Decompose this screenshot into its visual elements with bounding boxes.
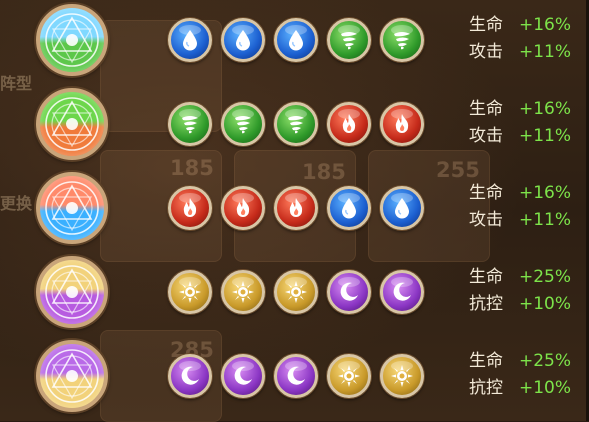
stat-label: 生命 [469,351,503,371]
stat-value: +11% [519,210,572,230]
stat-value: +10% [519,294,572,314]
water-orb-icon [274,18,318,62]
stat-label: 攻击 [469,42,503,62]
light-orb-icon [327,354,371,398]
stat-value: +16% [519,15,572,35]
dark-orb-icon [168,354,212,398]
element-orb-list [168,18,424,62]
fire-orb-icon [327,102,371,146]
stat-bonus: 攻击 +11% [469,39,579,66]
stat-value: +25% [519,267,572,287]
wind-fire-emblem-icon [36,88,108,160]
light-dark-emblem-icon [36,256,108,328]
stat-bonus: 生命 +16% [469,12,579,39]
stat-value: +11% [519,42,572,62]
stat-label: 抗控 [469,378,503,398]
dark-light-emblem-icon [36,340,108,412]
stat-bonus-list: 生命 +16% 攻击 +11% [469,12,579,66]
stat-bonus: 生命 +16% [469,180,579,207]
stat-label: 生命 [469,15,503,35]
stat-bonus: 攻击 +11% [469,123,579,150]
formation-row: 生命 +25% 抗控 +10% [0,336,589,420]
formation-row: 生命 +16% 攻击 +11% [0,168,589,252]
wind-orb-icon [380,18,424,62]
formation-row: 生命 +16% 攻击 +11% [0,84,589,168]
wind-orb-icon [221,102,265,146]
stat-bonus: 攻击 +11% [469,207,579,234]
stat-label: 攻击 [469,126,503,146]
light-orb-icon [380,354,424,398]
stat-bonus: 生命 +16% [469,96,579,123]
water-orb-icon [221,18,265,62]
formation-row: 生命 +16% 攻击 +11% [0,0,589,84]
dark-orb-icon [327,270,371,314]
formation-bonus-panel: 阵型 更换 185 185 255 285 生命 +16% 攻击 +11% 生命 +16… [0,0,589,422]
dark-orb-icon [380,270,424,314]
stat-label: 抗控 [469,294,503,314]
stat-value: +16% [519,99,572,119]
element-orb-list [168,186,424,230]
wind-orb-icon [327,18,371,62]
element-orb-list [168,354,424,398]
water-orb-icon [380,186,424,230]
stat-label: 生命 [469,183,503,203]
light-orb-icon [168,270,212,314]
stat-value: +25% [519,351,572,371]
stat-bonus-list: 生命 +16% 攻击 +11% [469,180,579,234]
stat-label: 生命 [469,267,503,287]
dark-orb-icon [221,354,265,398]
stat-bonus: 生命 +25% [469,264,579,291]
stat-label: 攻击 [469,210,503,230]
stat-value: +10% [519,378,572,398]
stat-value: +11% [519,126,572,146]
fire-orb-icon [380,102,424,146]
stat-bonus: 生命 +25% [469,348,579,375]
stat-bonus: 抗控 +10% [469,375,579,402]
fire-orb-icon [221,186,265,230]
fire-orb-icon [274,186,318,230]
element-orb-list [168,102,424,146]
light-orb-icon [274,270,318,314]
fire-orb-icon [168,186,212,230]
stat-bonus: 抗控 +10% [469,291,579,318]
stat-bonus-list: 生命 +16% 攻击 +11% [469,96,579,150]
light-orb-icon [221,270,265,314]
wind-orb-icon [168,102,212,146]
water-wind-emblem-icon [36,4,108,76]
dark-orb-icon [274,354,318,398]
stat-bonus-list: 生命 +25% 抗控 +10% [469,348,579,402]
stat-value: +16% [519,183,572,203]
fire-water-emblem-icon [36,172,108,244]
formation-row: 生命 +25% 抗控 +10% [0,252,589,336]
stat-label: 生命 [469,99,503,119]
water-orb-icon [327,186,371,230]
wind-orb-icon [274,102,318,146]
water-orb-icon [168,18,212,62]
stat-bonus-list: 生命 +25% 抗控 +10% [469,264,579,318]
element-orb-list [168,270,424,314]
